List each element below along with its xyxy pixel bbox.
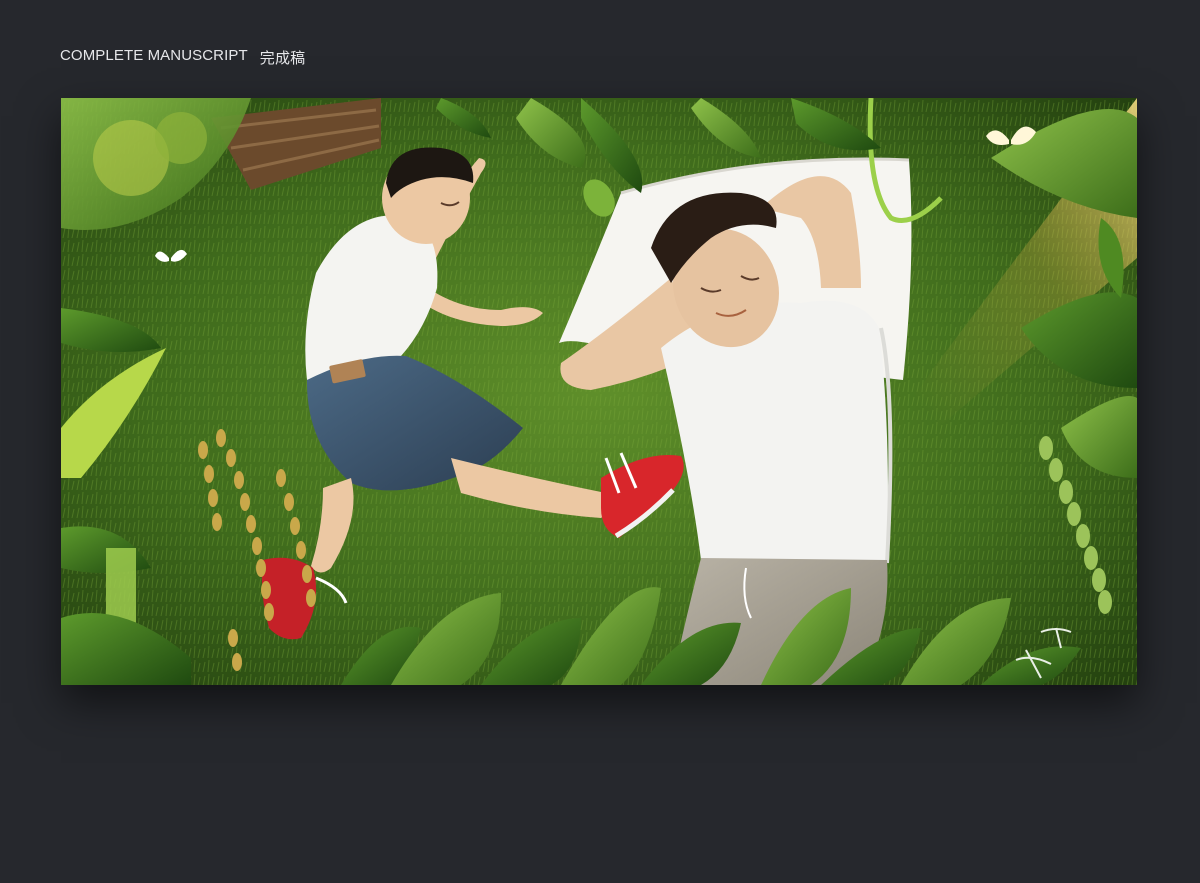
artwork-frame bbox=[61, 98, 1137, 685]
heading-english: COMPLETE MANUSCRIPT bbox=[60, 47, 248, 64]
page-heading: COMPLETE MANUSCRIPT 完成稿 bbox=[60, 47, 305, 68]
artwork-illustration bbox=[61, 98, 1137, 685]
heading-chinese: 完成稿 bbox=[259, 50, 306, 67]
